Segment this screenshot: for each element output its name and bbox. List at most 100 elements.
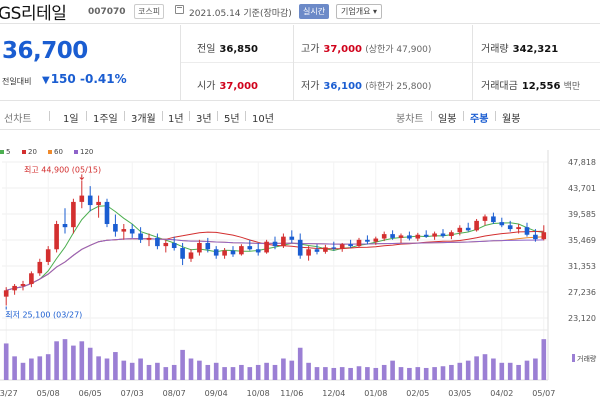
candle-body [407,235,412,239]
toolbar-separator [463,111,464,121]
volume-legend-swatch [572,354,575,362]
volume-bar [440,366,446,380]
stat-label: 전일 [197,44,216,55]
volume-bar [348,367,353,380]
stat-value: 36,850 [219,44,258,55]
volume-bar [415,367,421,380]
stock-name: GS리테일 [0,4,67,24]
stat-prev-close: 전일 36,850 [197,40,258,55]
volume-bar [155,362,160,380]
candle-body [188,252,194,259]
stat-value: 37,000 [219,81,258,92]
period-5y[interactable]: 5년 [224,110,240,125]
volume-bar [381,364,387,380]
candle-monthly[interactable]: 월봉 [502,110,520,125]
candle-weekly[interactable]: 주봉 [470,110,488,125]
candle-body [482,216,488,221]
high-annotation: 최고 44,900 (05/15) [24,164,101,174]
lower-limit-note: (하한가 25,800) [365,82,432,92]
change-percent: -0.41% [80,72,127,86]
volume-bar [104,358,110,380]
volume-bar [407,367,412,380]
realtime-button[interactable]: 실시간 [299,4,330,19]
volume-bar [37,356,43,380]
candle-body [440,233,446,237]
candle-body [113,224,118,232]
candle-body [474,220,479,231]
line-chart-tab[interactable]: 선차트 [4,110,32,125]
volume-bar [289,360,295,380]
period-3m[interactable]: 3개월 [131,110,156,125]
volume-bar [205,364,211,380]
period-3y[interactable]: 3년 [196,110,212,125]
high-arrow-icon [79,174,85,181]
candle-chart-tab[interactable]: 봉차트 [396,110,424,125]
toolbar-separator [245,111,246,121]
stat-value: 37,000 [323,44,362,55]
candle-body [71,201,76,228]
legend-label: 20 [28,148,37,156]
candle-body [121,229,127,232]
volume-bar [390,360,395,380]
x-tick-label: 09/04 [205,389,228,398]
candle-body [104,201,110,225]
x-tick-label: 10/08 [247,389,270,398]
stat-label: 거래대금 [481,81,518,92]
candle-daily[interactable]: 일봉 [438,110,456,125]
period-1y[interactable]: 1년 [168,110,184,125]
period-1d[interactable]: 1일 [63,110,79,125]
volume-bar [87,347,93,380]
candle-body [205,242,211,250]
candle-body [3,290,9,297]
period-10y[interactable]: 10년 [252,110,274,125]
volume-bar [71,345,76,380]
toolbar-separator [189,111,190,121]
y-tick-label: 43,701 [568,184,596,193]
candle-body [314,249,320,252]
legend-swatch [22,150,26,154]
company-overview-dropdown[interactable]: 기업개요 ▾ [336,4,382,19]
candle-body [373,238,379,242]
volume-bar [171,364,177,380]
legend-label: 5 [6,148,10,156]
candle-body [54,224,59,250]
volume-bar [255,364,261,380]
candle-body [533,234,538,240]
volume-bar [541,339,547,380]
candle-body [415,234,421,239]
stock-header: GS리테일 007070 코스피 2021.05.14 기준(장마감) 실시간 … [0,0,600,24]
legend-swatch [0,150,4,154]
candle-body [432,233,437,237]
volume-bar [272,364,278,380]
volume-bar [239,364,244,380]
price-chart[interactable]: 5 20 60 120 47,818 43,701 39,585 35,469 31,353 2… [0,130,600,401]
toolbar-separator [162,111,163,121]
volume-bar [45,354,51,380]
volume-bar [121,360,127,380]
candle-body [499,222,505,226]
ma-legend: 5 20 60 120 [0,148,93,156]
volume-bar [323,367,328,380]
x-tick-label: 05/07 [532,389,555,398]
candlesticks [3,180,547,306]
volume-bar [62,339,68,380]
y-axis: 47,818 43,701 39,585 35,469 31,353 27,236 23,1… [568,158,596,323]
candle-body [465,227,471,231]
stat-unit: 백만 [563,82,581,92]
volume-bar [197,360,202,380]
x-tick-label: 07/03 [121,389,144,398]
volume-bar [180,349,185,380]
stat-value: 12,556 [521,81,561,92]
period-1w[interactable]: 1주일 [93,110,118,125]
toolbar-separator [86,111,87,121]
volume-bar [339,367,345,380]
candle-body [323,247,328,252]
volume-bar [138,358,143,380]
candle-body [230,250,236,255]
current-price: 36,700 [2,38,88,64]
x-tick-label: 03/05 [448,389,471,398]
volume-bar [264,362,269,380]
volume-bar [331,367,337,380]
stats-divider [293,25,294,100]
volume-bar [163,367,169,380]
